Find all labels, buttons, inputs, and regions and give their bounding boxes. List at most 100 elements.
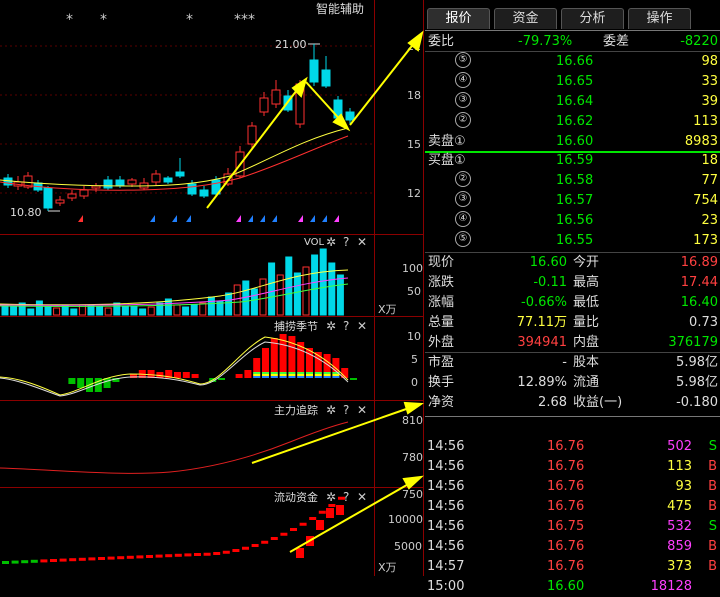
hunt-bar (262, 374, 269, 376)
low-price-label: 10.80 (10, 206, 42, 219)
hunt-bar (297, 374, 305, 376)
candle-body (187, 183, 197, 195)
hunt-bar (68, 378, 76, 384)
flow-bar (203, 552, 211, 556)
kline-title: 智能辅助 (316, 1, 364, 16)
hunt-lines (0, 336, 349, 397)
flow-bars (2, 496, 345, 564)
tick-time: 14:56 (427, 539, 465, 554)
flow-bar (126, 555, 134, 559)
volume-bar (293, 272, 301, 316)
tick-price: 16.76 (547, 439, 585, 454)
vol-unit: X万 (378, 303, 397, 316)
flow-bar (316, 520, 324, 530)
chart-svg[interactable]: 智能辅助 * * * *** 21 18 15 12 21.00 10.80 V… (0, 0, 424, 576)
tick-volume: 532 (667, 519, 692, 534)
hunt-bar (306, 376, 313, 378)
candle-body (271, 89, 281, 105)
chart-area[interactable]: 智能辅助 * * * *** 21 18 15 12 21.00 10.80 V… (0, 0, 424, 576)
flow-bar (78, 557, 86, 561)
volume-bar (225, 292, 233, 316)
hunt-bar (279, 374, 287, 376)
gear-icon[interactable]: ✲ (326, 403, 336, 417)
candle-body (79, 189, 89, 197)
help-icon[interactable]: ? (343, 319, 349, 333)
flow-bar (88, 557, 96, 561)
level-volume: 98 (701, 54, 718, 69)
main-tick: 750 (402, 488, 423, 501)
volume-bar (53, 307, 61, 316)
signal-marker (172, 215, 177, 222)
buy-level: ③ 16.57 754 (425, 191, 720, 211)
vol-tick: 50 (407, 285, 421, 298)
hunt-bar (288, 376, 296, 378)
hunt-bar (288, 372, 296, 374)
volume-bar (61, 305, 69, 316)
candlesticks (3, 44, 355, 211)
signal-star: * (186, 12, 193, 28)
stat-value: -0.11 (533, 275, 567, 290)
tick-side: B (708, 459, 717, 474)
candle-body (67, 193, 77, 199)
tab-quote[interactable]: 报价 (427, 8, 490, 29)
level-price: 16.66 (556, 54, 594, 69)
stat-label: 内盘 (573, 335, 600, 350)
candle-body (199, 189, 209, 197)
stat-value: 16.40 (680, 295, 718, 310)
tick-row: 14:57 16.76 373 B (425, 557, 720, 577)
tick-volume: 475 (667, 499, 692, 514)
stat-label: 流通 (573, 375, 600, 390)
volume-bar (96, 306, 104, 316)
main-tick: 780 (402, 451, 423, 464)
tab-funds[interactable]: 资金 (494, 8, 557, 29)
stat-label: 外盘 (428, 335, 455, 350)
candle-body (175, 171, 185, 177)
price-tick: 15 (407, 138, 421, 151)
tab-analysis[interactable]: 分析 (561, 8, 624, 29)
signal-marker (272, 215, 277, 222)
level-label: 卖盘① (428, 134, 466, 149)
gear-icon[interactable]: ✲ (326, 319, 336, 333)
level-price: 16.58 (556, 173, 594, 188)
volume-bar (190, 304, 198, 316)
tick-volume: 113 (667, 459, 692, 474)
hunt-bar (174, 372, 181, 378)
flow-bar (336, 505, 344, 515)
hunt-bar (306, 374, 313, 376)
level-price: 16.60 (556, 134, 594, 149)
hunt-tick: 10 (407, 330, 421, 343)
flow-bar (280, 532, 288, 536)
stat-label: 总量 (428, 315, 455, 330)
help-icon[interactable]: ? (343, 403, 349, 417)
weibi-value: -79.73% (518, 34, 573, 49)
sell-level: 卖盘① 16.60 8983 (425, 132, 720, 152)
close-icon[interactable]: ✕ (357, 403, 367, 417)
flow-bar (338, 496, 345, 500)
stat-label: 收益(一) (573, 395, 623, 410)
hunt-bar (288, 374, 296, 376)
gear-icon[interactable]: ✲ (326, 235, 336, 249)
level-price: 16.59 (556, 153, 594, 168)
signal-marker (78, 215, 83, 222)
hunt-bar (270, 376, 278, 378)
close-icon[interactable]: ✕ (357, 235, 367, 249)
gear-icon[interactable]: ✲ (326, 490, 336, 504)
flow-bar (328, 504, 336, 507)
tab-operation[interactable]: 操作 (628, 8, 691, 29)
flow-bar (194, 553, 201, 556)
stat-label: 现价 (428, 255, 455, 270)
close-icon[interactable]: ✕ (357, 490, 367, 504)
hunt-bar (323, 372, 331, 374)
flow-bar (69, 558, 77, 562)
volume-bar (70, 308, 78, 316)
hunt-bar (314, 372, 322, 374)
volume-bar (182, 306, 190, 316)
candle-body (151, 173, 161, 183)
hunt-bar (279, 372, 287, 374)
close-icon[interactable]: ✕ (357, 319, 367, 333)
volume-bar (87, 305, 95, 316)
level-price: 16.65 (556, 74, 594, 89)
help-icon[interactable]: ? (343, 235, 349, 249)
tick-volume: 93 (675, 479, 692, 494)
stat-value: 5.98亿 (676, 375, 718, 390)
